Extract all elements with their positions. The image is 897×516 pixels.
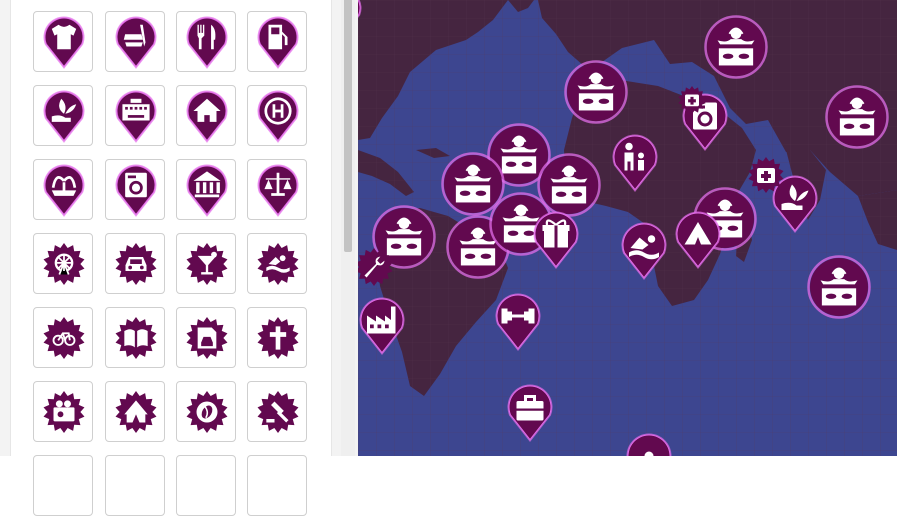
map-canvas[interactable] [358,0,897,456]
map-marker-dj[interactable] [537,153,601,217]
icon-option-car[interactable] [105,233,165,294]
car-rental-icon [197,327,217,349]
graticule-grid [358,0,897,456]
icon-option-swimming-pool[interactable] [247,233,307,294]
coffee-icon [196,401,218,423]
star-marker-preview [43,317,85,359]
map-marker-dj[interactable] [807,255,871,319]
washing-machine-icon [125,172,147,198]
star-marker-preview [186,243,228,285]
icon-option-car-rental[interactable] [176,307,236,368]
pin-marker-preview [257,164,299,217]
star-marker-preview [186,317,228,359]
star-marker-preview [257,317,299,359]
icon-option-movie-rental[interactable] [33,381,93,442]
icon-option-tile[interactable] [105,455,165,516]
icon-option-hospital[interactable] [247,85,307,146]
pin-marker-preview [115,164,157,217]
icon-option-auction-gavel[interactable] [247,381,307,442]
map-marker-dj[interactable] [704,15,768,79]
map-marker-dj[interactable] [564,60,628,124]
map-marker-dj[interactable] [441,152,505,216]
icon-option-bicycle[interactable] [33,307,93,368]
scrollbar-thumb[interactable] [344,0,352,252]
map-marker-dj[interactable] [825,85,889,149]
pin-marker-preview [115,16,157,69]
icon-option-tile[interactable] [176,455,236,516]
first-aid-icon [685,94,699,107]
pin-marker-preview [43,16,85,69]
icon-option-plant-care[interactable] [33,85,93,146]
star-marker-preview [115,391,157,433]
star-marker-preview [43,243,85,285]
pin-marker-preview [186,164,228,217]
icon-picker-panel [0,0,358,516]
icon-option-fuel-station[interactable] [247,11,307,72]
pin-marker-preview [186,16,228,69]
pin-marker-preview [257,16,299,69]
pin-marker-preview [115,90,157,143]
star-marker-preview [115,243,157,285]
icon-option-circus-tent[interactable] [105,381,165,442]
icon-option-tile[interactable] [247,455,307,516]
icon-option-fountain[interactable] [33,159,93,220]
pin-marker-preview [186,90,228,143]
icon-option-home[interactable] [176,85,236,146]
car-icon [125,257,147,271]
icon-option-washing-machine[interactable] [105,159,165,220]
pin-marker-preview [43,164,85,217]
pin-marker-preview [43,90,85,143]
pin-marker-preview [257,90,299,143]
hospital-icon [264,97,292,125]
icon-option-cocktail[interactable] [176,233,236,294]
icon-grid [10,0,332,516]
icon-option-open-book[interactable] [105,307,165,368]
icon-option-museum[interactable] [176,159,236,220]
icon-option-fast-food[interactable] [105,11,165,72]
icon-option-tshirt[interactable] [33,11,93,72]
gift-icon [542,219,570,248]
world-map[interactable] [358,0,897,456]
icon-option-church-cross[interactable] [247,307,307,368]
icon-option-coffee[interactable] [176,381,236,442]
star-marker-preview [186,391,228,433]
star-marker-preview [257,391,299,433]
first-aid-icon [757,168,775,183]
star-marker-preview [257,243,299,285]
icon-option-ferris-wheel[interactable] [33,233,93,294]
star-marker-preview [115,317,157,359]
icon-option-keyboard[interactable] [105,85,165,146]
icon-option-courthouse[interactable] [247,159,307,220]
icon-option-tile[interactable] [33,455,93,516]
star-marker-preview [43,391,85,433]
icon-option-restaurant[interactable] [176,11,236,72]
